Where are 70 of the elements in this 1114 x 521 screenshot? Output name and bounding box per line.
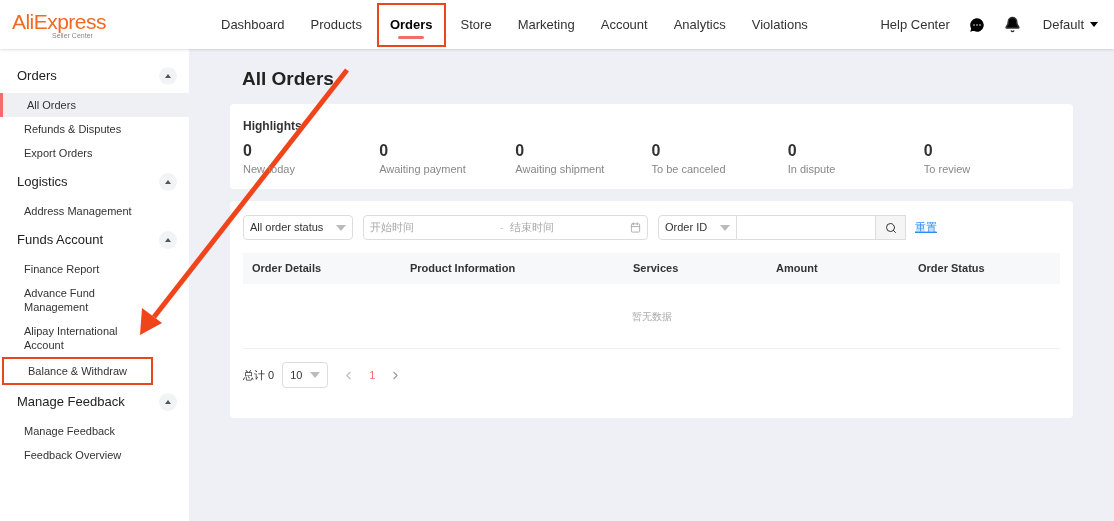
total-count: 总计 0 [243, 367, 275, 383]
column-header: Order Status [918, 261, 985, 277]
caret-icon [165, 400, 171, 404]
sidebar-item[interactable]: Finance Report [0, 257, 189, 281]
stat-label: In dispute [787, 161, 836, 177]
dropdown-caret-icon [336, 224, 346, 231]
caret-icon [165, 74, 171, 78]
sidebar-item[interactable]: Export Orders [0, 141, 189, 165]
stat-label: Awaiting payment [379, 161, 466, 177]
nav-tab[interactable]: Analytics [662, 2, 737, 47]
nav-tab[interactable]: Marketing [506, 2, 586, 47]
page-title: All Orders [242, 67, 335, 91]
dropdown-caret-icon [720, 224, 730, 231]
nav-tab[interactable]: Orders [376, 2, 446, 47]
sidebar-item[interactable]: Manage Feedback [0, 419, 189, 443]
start-date-field[interactable]: 开始时间 [370, 219, 500, 236]
stat-value: 0 [515, 140, 525, 161]
nav-tab[interactable]: Store [449, 2, 503, 47]
collapse-toggle[interactable] [159, 231, 177, 249]
sidebar-item[interactable]: Balance & Withdraw [2, 357, 153, 385]
help-center-link[interactable]: Help Center [880, 14, 950, 35]
active-underline [398, 35, 425, 39]
status-select[interactable]: All order status [243, 215, 353, 240]
stat-value: 0 [787, 140, 797, 161]
search-icon [884, 221, 897, 234]
calendar-icon [630, 222, 641, 233]
stat-value: 0 [243, 140, 252, 161]
stat-label: To be canceled [651, 161, 726, 177]
nav-tab[interactable]: Products [299, 2, 373, 47]
stat-value: 0 [651, 140, 661, 161]
end-date-field[interactable]: 结束时间 [510, 219, 620, 236]
reset-link[interactable]: 重置 [915, 219, 937, 236]
sidebar-item[interactable]: Refunds & Disputes [0, 117, 189, 141]
column-header: Product Information [410, 261, 516, 277]
nav-tab[interactable]: Dashboard [210, 2, 296, 47]
chat-icon[interactable] [967, 15, 986, 34]
column-header: Amount [776, 261, 818, 277]
sidebar-item[interactable]: Alipay International Account [0, 319, 189, 357]
collapse-toggle[interactable] [159, 393, 177, 411]
caret-icon [1090, 22, 1098, 27]
sidebar-group-title: Orders [17, 67, 57, 86]
sidebar-item[interactable]: Feedback Overview [0, 443, 189, 467]
search-field[interactable] [737, 215, 875, 240]
column-header: Services [633, 261, 679, 277]
page-size-select[interactable]: 10 [282, 362, 329, 388]
caret-icon [165, 238, 171, 242]
sidebar-item[interactable]: All Orders [0, 93, 189, 117]
empty-message: 暂无数据 [631, 309, 672, 324]
sidebar-group-title: Funds Account [17, 231, 103, 250]
sidebar-item[interactable]: Advance Fund Management [0, 281, 189, 319]
stat-label: Awaiting shipment [515, 161, 605, 177]
collapse-toggle[interactable] [159, 173, 177, 191]
search-type-select[interactable]: Order ID [658, 215, 737, 240]
stat-label: To review [923, 161, 971, 177]
nav-tab[interactable]: Violations [740, 2, 819, 47]
dropdown-caret-icon [310, 372, 321, 378]
caret-icon [165, 180, 171, 184]
date-separator: - [500, 220, 505, 236]
column-header: Order Details [252, 261, 322, 277]
stat-value: 0 [923, 140, 933, 161]
sidebar-group-title: Logistics [17, 173, 68, 192]
search-button[interactable] [875, 215, 906, 240]
sidebar-group-title: Manage Feedback [17, 393, 125, 412]
stat-value: 0 [379, 140, 389, 161]
nav-tab[interactable]: Account [589, 2, 659, 47]
collapse-toggle[interactable] [159, 67, 177, 85]
sidebar-item[interactable]: Address Management [0, 199, 189, 223]
notification-icon[interactable] [1003, 16, 1021, 33]
account-menu[interactable]: Default [1042, 14, 1098, 35]
card-title: Highlights [243, 117, 302, 135]
